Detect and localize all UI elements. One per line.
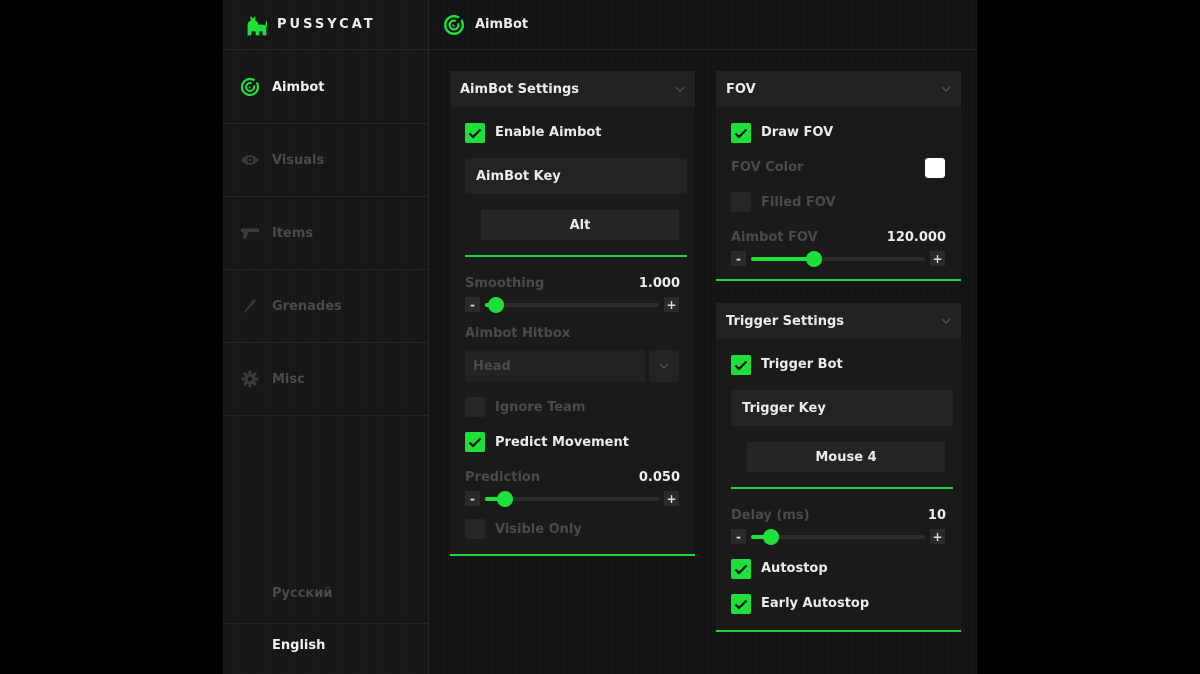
smoothing-slider[interactable] — [485, 297, 659, 313]
smoothing-label: Smoothing — [465, 276, 545, 291]
panel-header[interactable]: Trigger Settings — [716, 303, 961, 339]
aimbot-fov-value: 120.000 — [886, 230, 946, 245]
divider — [731, 487, 953, 489]
smoothing-value: 1.000 — [638, 276, 680, 291]
sidebar-item-misc[interactable]: Misc — [223, 343, 429, 416]
brand: PUSSYCAT — [223, 0, 429, 50]
visible-only-label: Visible Only — [495, 522, 582, 537]
page-header: AimBot — [430, 0, 977, 50]
hitbox-dropdown-button[interactable] — [649, 350, 679, 382]
enable-aimbot-checkbox[interactable] — [465, 123, 485, 143]
aimbot-hitbox-label: Aimbot Hitbox — [465, 326, 571, 341]
gun-icon — [240, 223, 260, 243]
sidebar-item-label: Visuals — [272, 152, 325, 168]
gear-icon — [240, 369, 260, 389]
aimbot-fov-label: Aimbot FOV — [731, 230, 818, 245]
language-russian[interactable]: Русский — [223, 568, 429, 618]
slider-track — [485, 303, 659, 307]
trigger-bot-checkbox[interactable] — [731, 355, 751, 375]
divider — [465, 255, 687, 257]
predict-movement-checkbox[interactable] — [465, 432, 485, 452]
prediction-value: 0.050 — [638, 470, 680, 485]
ignore-team-label: Ignore Team — [495, 400, 586, 415]
sidebar-item-visuals[interactable]: Visuals — [223, 124, 429, 197]
filled-fov-checkbox[interactable] — [731, 192, 751, 212]
smoothing-decrement-button[interactable]: - — [465, 297, 480, 312]
knife-icon — [240, 296, 260, 316]
draw-fov-label: Draw FOV — [761, 125, 834, 140]
enable-aimbot-label: Enable Aimbot — [495, 125, 602, 140]
eye-icon — [240, 150, 260, 170]
check-icon — [468, 128, 482, 139]
trigger-bot-label: Trigger Bot — [761, 357, 843, 372]
chevron-down-icon — [659, 363, 669, 369]
trigger-settings-panel: Trigger Settings Trigger Bot Trigger Key… — [716, 303, 961, 632]
sidebar-item-label: Items — [272, 225, 314, 241]
delay-label: Delay (ms) — [731, 508, 810, 523]
slider-thumb[interactable] — [806, 251, 822, 267]
panel-title: Trigger Settings — [726, 313, 845, 329]
filled-fov-label: Filled FOV — [761, 195, 836, 210]
fov-color-swatch[interactable] — [925, 158, 945, 178]
early-autostop-label: Early Autostop — [761, 596, 870, 611]
delay-value: 10 — [927, 508, 946, 523]
sidebar-item-label: Misc — [272, 371, 305, 387]
check-icon — [734, 564, 748, 575]
sidebar-item-label: Grenades — [272, 298, 342, 314]
aimbot-key-label: AimBot Key — [465, 158, 687, 194]
sidebar-item-grenades[interactable]: Grenades — [223, 270, 429, 343]
chevron-down-icon — [675, 86, 685, 92]
aimbot-fov-decrement-button[interactable]: - — [731, 251, 746, 266]
slider-thumb[interactable] — [763, 529, 779, 545]
sidebar-item-aimbot[interactable]: Aimbot — [223, 51, 429, 124]
app-window: PUSSYCAT Aimbot Visuals Items Grenades M… — [223, 0, 977, 674]
delay-slider[interactable] — [751, 529, 925, 545]
check-icon — [734, 360, 748, 371]
draw-fov-checkbox[interactable] — [731, 123, 751, 143]
check-icon — [468, 437, 482, 448]
language-english[interactable]: English — [223, 620, 429, 670]
check-icon — [734, 128, 748, 139]
prediction-label: Prediction — [465, 470, 541, 485]
aimbot-key-button[interactable]: Alt — [481, 210, 679, 240]
autostop-label: Autostop — [761, 561, 828, 576]
ignore-team-checkbox[interactable] — [465, 397, 485, 417]
delay-decrement-button[interactable]: - — [731, 529, 746, 544]
sidebar: PUSSYCAT Aimbot Visuals Items Grenades M… — [223, 0, 429, 674]
brand-name: PUSSYCAT — [277, 17, 376, 32]
aimbot-settings-panel: AimBot Settings Enable Aimbot AimBot Key… — [450, 71, 695, 556]
slider-fill — [751, 257, 809, 261]
sidebar-item-items[interactable]: Items — [223, 197, 429, 270]
target-icon — [443, 14, 465, 35]
prediction-increment-button[interactable]: + — [664, 491, 679, 506]
slider-thumb[interactable] — [497, 491, 513, 507]
smoothing-increment-button[interactable]: + — [664, 297, 679, 312]
sidebar-item-label: Aimbot — [272, 79, 325, 95]
aimbot-hitbox-select[interactable]: Head — [465, 350, 645, 382]
chevron-down-icon — [941, 86, 951, 92]
slider-thumb[interactable] — [488, 297, 504, 313]
panel-title: FOV — [726, 81, 756, 97]
trigger-key-label: Trigger Key — [731, 390, 953, 426]
page-title: AimBot — [475, 17, 529, 32]
target-icon — [240, 77, 260, 97]
panel-title: AimBot Settings — [460, 81, 580, 97]
fov-color-label: FOV Color — [731, 160, 804, 175]
cat-logo-icon — [247, 15, 268, 35]
prediction-decrement-button[interactable]: - — [465, 491, 480, 506]
chevron-down-icon — [941, 318, 951, 324]
fov-panel: FOV Draw FOV FOV Color Filled FOV Aimbot… — [716, 71, 961, 281]
aimbot-fov-increment-button[interactable]: + — [930, 251, 945, 266]
panel-header[interactable]: FOV — [716, 71, 961, 107]
prediction-slider[interactable] — [485, 491, 659, 507]
trigger-key-button[interactable]: Mouse 4 — [747, 442, 945, 472]
early-autostop-checkbox[interactable] — [731, 594, 751, 614]
panel-header[interactable]: AimBot Settings — [450, 71, 695, 107]
visible-only-checkbox[interactable] — [465, 519, 485, 539]
delay-increment-button[interactable]: + — [930, 529, 945, 544]
check-icon — [734, 599, 748, 610]
aimbot-fov-slider[interactable] — [751, 251, 925, 267]
autostop-checkbox[interactable] — [731, 559, 751, 579]
predict-movement-label: Predict Movement — [495, 435, 629, 450]
